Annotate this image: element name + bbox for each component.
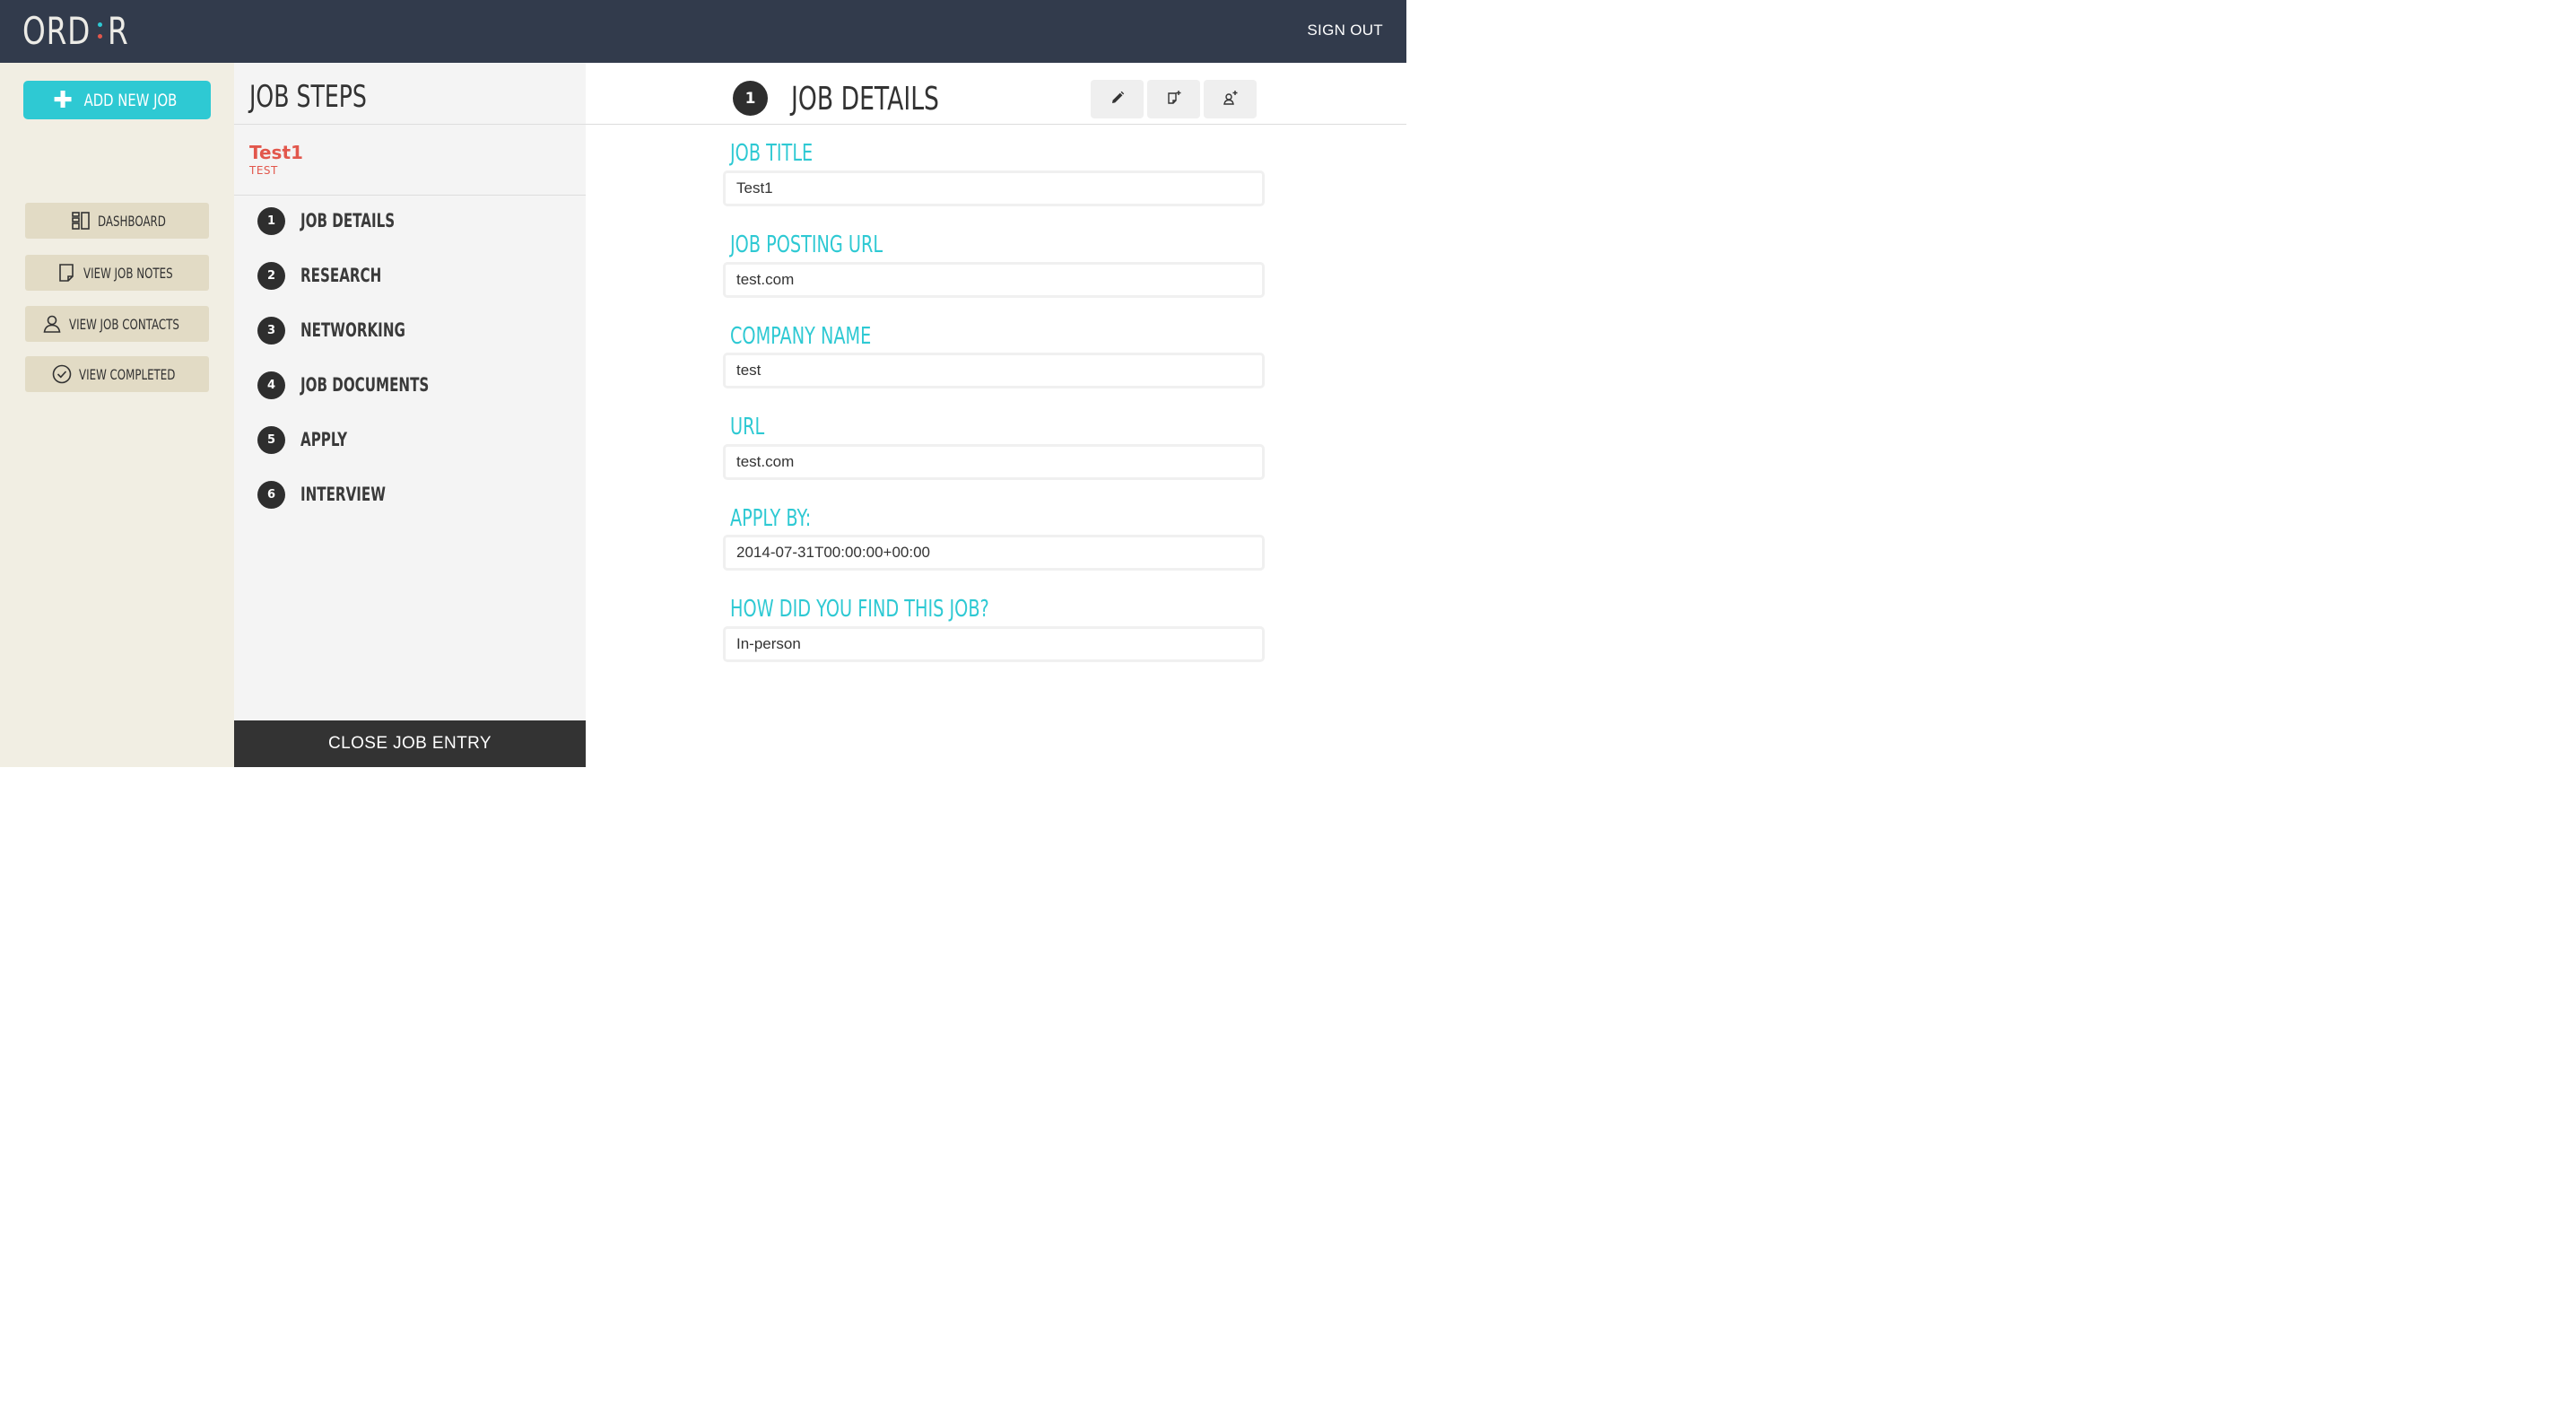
logo[interactable]: ORD R	[22, 8, 135, 53]
add-contact-icon	[1223, 90, 1239, 109]
add-new-job-button[interactable]: ✚ ADD NEW JOB	[23, 81, 211, 119]
add-contact-button[interactable]	[1204, 80, 1257, 118]
job-company: TEST	[249, 164, 278, 177]
step-research[interactable]: 2 RESEARCH	[257, 261, 413, 290]
divider	[234, 195, 586, 196]
how-found-field[interactable]: In-person	[723, 626, 1265, 662]
logo-text-right: R	[107, 8, 129, 53]
sidebar-item-job-contacts[interactable]: VIEW JOB CONTACTS	[25, 306, 209, 342]
pencil-icon	[1110, 90, 1126, 109]
apply-by-label: APPLY BY:	[730, 505, 812, 532]
sidebar-item-job-notes[interactable]: VIEW JOB NOTES	[25, 255, 209, 291]
step-job-documents[interactable]: 4 JOB DOCUMENTS	[257, 371, 479, 399]
url-label: URL	[730, 414, 765, 441]
note-icon	[57, 263, 76, 283]
add-new-job-label: ADD NEW JOB	[83, 90, 178, 110]
company-name-field[interactable]: test	[723, 353, 1265, 388]
apply-by-field[interactable]: 2014-07-31T00:00:00+00:00	[723, 535, 1265, 571]
step-label: INTERVIEW	[300, 484, 386, 505]
step-number: 5	[257, 425, 285, 454]
step-label: JOB DETAILS	[300, 210, 396, 231]
sidebar-item-label: VIEW JOB CONTACTS	[69, 315, 180, 333]
sidebar-item-dashboard[interactable]: DASHBOARD	[25, 203, 209, 239]
logo-text-left: ORD	[22, 8, 91, 53]
close-job-entry-button[interactable]: CLOSE JOB ENTRY	[234, 720, 586, 767]
job-steps-panel: JOB STEPS Test1 TEST 1 JOB DETAILS 2 RES…	[234, 63, 586, 767]
step-label: NETWORKING	[300, 319, 405, 341]
job-details-panel: 1 JOB DETAILS JOB TITLE Test1 JOB POSTIN…	[586, 63, 1406, 767]
job-title-field[interactable]: Test1	[723, 170, 1265, 206]
sidebar-item-label: VIEW COMPLETED	[78, 365, 176, 383]
job-posting-url-label: JOB POSTING URL	[730, 231, 883, 258]
url-field[interactable]: test.com	[723, 444, 1265, 480]
step-interview[interactable]: 6 INTERVIEW	[257, 480, 419, 509]
add-note-button[interactable]	[1147, 80, 1200, 118]
step-number: 6	[257, 480, 285, 509]
step-number: 1	[257, 206, 285, 235]
page-title: JOB DETAILS	[791, 81, 939, 118]
sign-out-link[interactable]: SIGN OUT	[1307, 22, 1383, 39]
step-apply[interactable]: 5 APPLY	[257, 425, 365, 454]
job-posting-url-field[interactable]: test.com	[723, 262, 1265, 298]
step-number: 3	[257, 316, 285, 345]
step-number: 2	[257, 261, 285, 290]
step-networking[interactable]: 3 NETWORKING	[257, 316, 446, 345]
step-label: JOB DOCUMENTS	[300, 374, 430, 396]
sidebar-item-label: DASHBOARD	[98, 212, 167, 230]
how-found-label: HOW DID YOU FIND THIS JOB?	[730, 596, 989, 623]
company-name-label: COMPANY NAME	[730, 323, 872, 350]
sidebar-item-label: VIEW JOB NOTES	[83, 264, 173, 282]
top-bar: ORD R SIGN OUT	[0, 0, 1406, 63]
sidebar-item-completed[interactable]: VIEW COMPLETED	[25, 356, 209, 392]
step-number-badge: 1	[733, 81, 768, 116]
job-title-label: JOB TITLE	[730, 140, 814, 167]
add-note-icon	[1166, 90, 1182, 109]
step-label: APPLY	[300, 429, 348, 450]
plus-icon: ✚	[53, 86, 73, 114]
step-label: RESEARCH	[300, 265, 382, 286]
check-circle-icon	[52, 364, 72, 384]
step-job-details[interactable]: 1 JOB DETAILS	[257, 206, 431, 235]
step-number: 4	[257, 371, 285, 399]
edit-button[interactable]	[1091, 80, 1144, 118]
job-name: Test1	[249, 142, 303, 163]
sidebar: ✚ ADD NEW JOB DASHBOARD VIEW JOB NOTES V…	[0, 63, 234, 767]
job-steps-title: JOB STEPS	[249, 79, 367, 115]
logo-colon-icon	[97, 22, 102, 39]
dashboard-icon	[71, 211, 91, 231]
divider	[234, 124, 586, 125]
divider	[586, 124, 1406, 125]
person-icon	[42, 314, 62, 334]
